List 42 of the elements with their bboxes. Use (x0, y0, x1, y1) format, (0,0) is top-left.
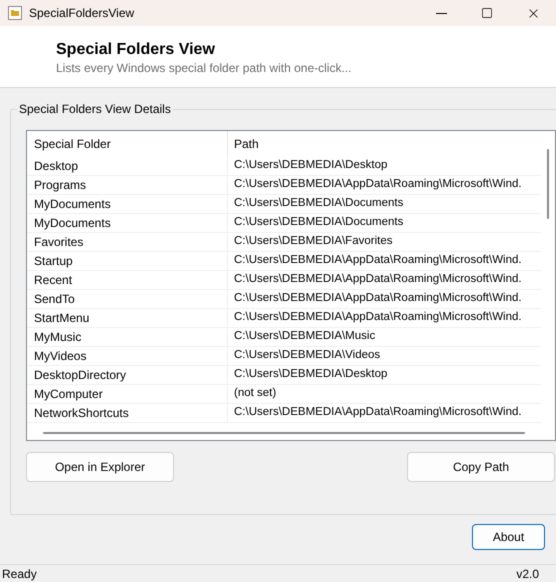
group-title: Special Folders View Details (17, 101, 173, 117)
table-cell-text: C:\Users\DEBMEDIA\AppData\Roaming\Microsoft\Wind. (233, 253, 523, 268)
table-cell: MyVideos (27, 347, 228, 365)
table-cell-text: C:\Users\DEBMEDIA\Music (233, 329, 376, 344)
table-cell: StartMenu (27, 309, 228, 327)
table-cell-text: C:\Users\DEBMEDIA\AppData\Roaming\Microsoft\Wind. (233, 310, 523, 326)
table-cell: SendTo (27, 290, 228, 308)
table-cell-text: C:\Users\DEBMEDIA\AppData\Roaming\Microsoft\Wind. (233, 272, 523, 288)
table-cell: Startup (27, 252, 228, 270)
app-heading: Special Folders View (56, 40, 216, 60)
status-text: Ready (2, 566, 37, 582)
table-cell: Recent (27, 271, 228, 289)
table-cell-text: C:\Users\DEBMEDIA\Videos (233, 348, 382, 364)
table-cell: MyDocuments (27, 195, 228, 213)
table-cell-text: (not set) (233, 386, 278, 402)
maximize-icon (481, 7, 493, 19)
copy-path-button[interactable]: Copy Path (407, 452, 555, 482)
app-subtitle: Lists every Windows special folder path with one-click... (56, 60, 352, 76)
table-cell-text: C:\Users\DEBMEDIA\AppData\Roaming\Microsoft\Wind. (233, 177, 523, 192)
table-cell-text: C:\Users\DEBMEDIA\Favorites (233, 234, 394, 250)
table-cell-text: C:\Users\DEBMEDIA\Documents (233, 196, 404, 212)
column-header[interactable]: Path (228, 131, 541, 157)
about-button[interactable]: About (472, 524, 545, 550)
table-cell: MyComputer (27, 385, 228, 403)
minimize-icon (436, 12, 446, 14)
open-in-explorer-button[interactable]: Open in Explorer (26, 452, 174, 482)
version-label: v2.0 (516, 566, 539, 582)
table-cell-text: C:\Users\DEBMEDIA\Desktop (233, 367, 388, 382)
window-title: SpecialFoldersView (29, 5, 134, 22)
column-header[interactable]: Special Folder (27, 131, 228, 157)
table-cell: Programs (27, 176, 228, 194)
folder-icon (8, 6, 22, 20)
table-cell: MyDocuments (27, 214, 228, 232)
table-cell-text: C:\Users\DEBMEDIA\Desktop (233, 158, 388, 174)
table-cell: Favorites (27, 233, 228, 251)
table-cell-text: C:\Users\DEBMEDIA\Documents (233, 215, 404, 230)
table-cell: MyMusic (27, 328, 228, 346)
table-cell: NetworkShortcuts (27, 404, 228, 422)
table-cell: DesktopDirectory (27, 366, 228, 384)
table-cell-text: C:\Users\DEBMEDIA\AppData\Roaming\Microsoft\Wind. (233, 291, 523, 306)
table-cell: Desktop (27, 157, 228, 175)
table-cell-text: C:\Users\DEBMEDIA\AppData\Roaming\Microsoft\Wind. (233, 405, 523, 420)
